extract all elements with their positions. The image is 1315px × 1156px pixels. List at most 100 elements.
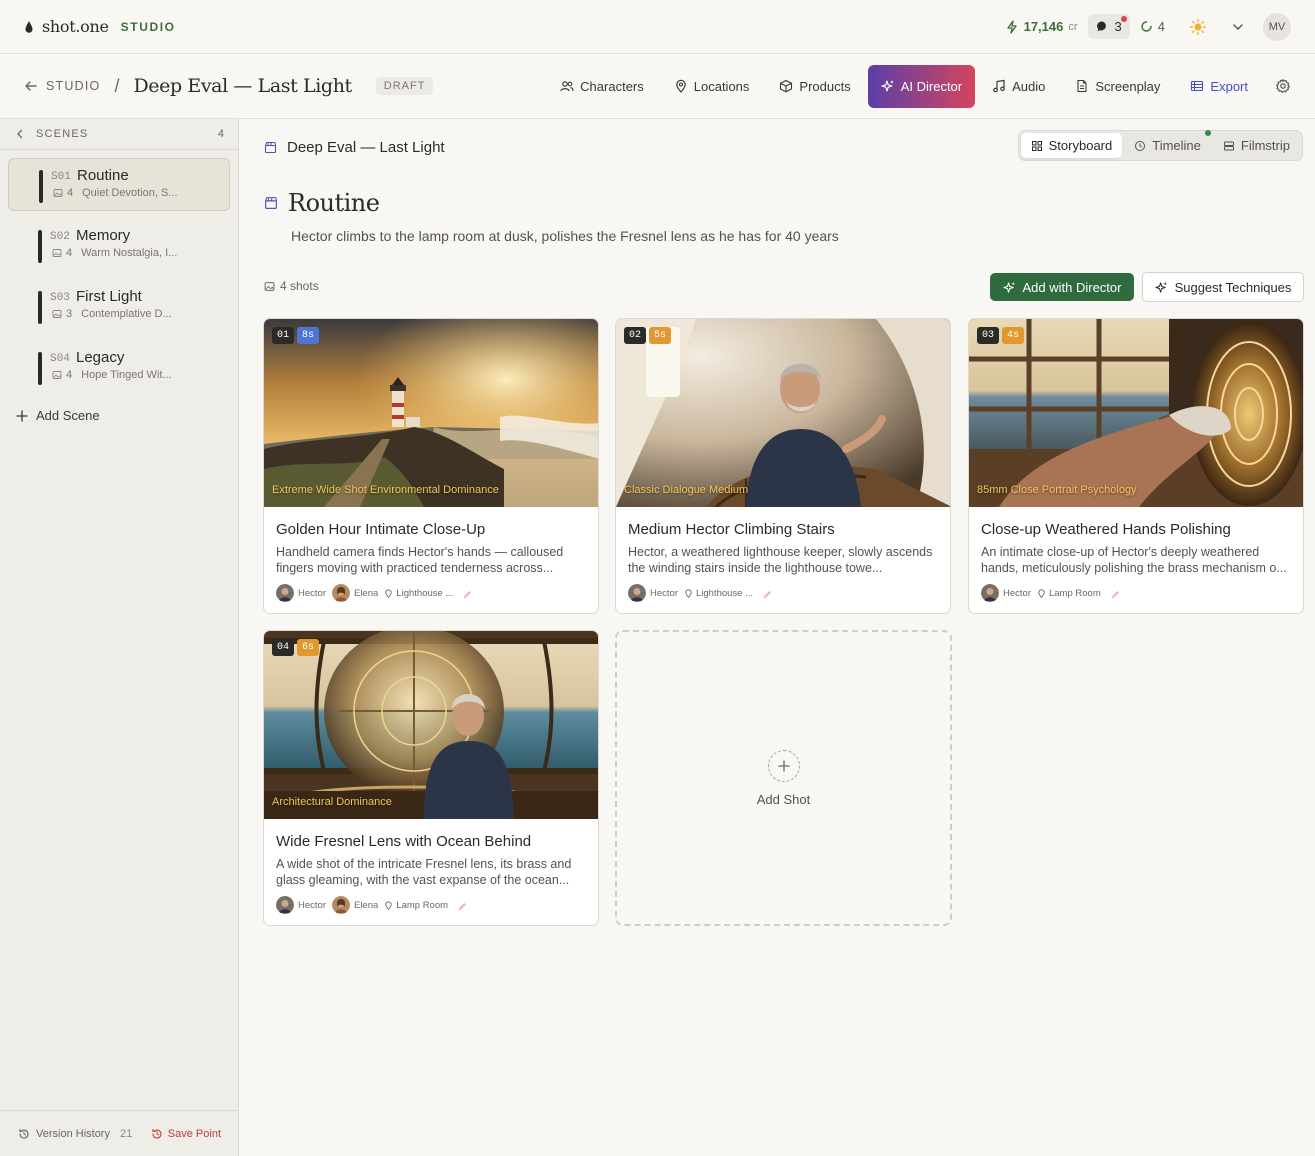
pencil-icon[interactable] <box>458 901 467 910</box>
bolt-icon <box>1006 19 1017 34</box>
add-shot-button[interactable]: Add Shot <box>615 630 952 926</box>
user-avatar[interactable]: MV <box>1263 12 1291 41</box>
view-tab-filmstrip[interactable]: Filmstrip <box>1204 130 1300 158</box>
character-name: Hector <box>650 587 678 599</box>
tab-screenplay[interactable]: Screenplay <box>1062 65 1173 108</box>
brand-studio-label: STUDIO <box>120 19 176 34</box>
location-chip[interactable]: Lamp Room <box>384 900 448 911</box>
shot-description: An intimate close-up of Hector's deeply … <box>981 545 1287 575</box>
shot-thumbnail[interactable]: 01 8s Extreme Wide Shot Environmental Do… <box>264 319 598 507</box>
character-name: Hector <box>298 587 326 599</box>
tab-characters[interactable]: Characters <box>547 65 657 108</box>
gear-icon[interactable] <box>1275 78 1291 94</box>
image-icon <box>52 310 62 318</box>
messages-button[interactable]: 3 <box>1087 14 1130 39</box>
shot-card-01[interactable]: 01 8s Extreme Wide Shot Environmental Do… <box>263 318 599 614</box>
scene-number: S01 <box>51 171 71 183</box>
breadcrumb: Deep Eval — Last Light <box>264 139 445 156</box>
scene-item-s01[interactable]: S01 Routine 4 Quiet Devotion, S... <box>8 158 230 211</box>
storyboard-main: Deep Eval — Last Light Storyboard Timeli… <box>240 119 1315 1156</box>
plus-icon-circle <box>767 749 800 782</box>
tab-ai-director[interactable]: AI Director <box>867 64 976 108</box>
sync-count: 4 <box>1157 19 1165 34</box>
version-history-button[interactable]: Version History <box>36 1128 110 1140</box>
chevron-down-icon[interactable] <box>1231 20 1245 34</box>
scene-item-s04[interactable]: S04 Legacy 4 Hope Tinged Wit... <box>8 341 230 394</box>
character-name: Elena <box>353 899 379 911</box>
character-chip[interactable]: Hector <box>276 584 326 602</box>
location-name: Lamp Room <box>1048 587 1101 599</box>
tab-screenplay-label: Screenplay <box>1095 78 1161 94</box>
shot-card-04[interactable]: 04 6s Architectural Dominance Wide Fresn… <box>263 630 599 926</box>
shot-technique-label: Architectural Dominance <box>272 796 392 808</box>
project-title: Deep Eval — Last Light <box>133 75 352 97</box>
suggest-techniques-label: Suggest Techniques <box>1174 279 1292 295</box>
shot-card-03[interactable]: 03 4s 85mm Close Portrait Psychology Clo… <box>968 318 1304 614</box>
shot-thumbnail[interactable]: 03 4s 85mm Close Portrait Psychology <box>969 319 1303 507</box>
tab-audio[interactable]: Audio <box>979 65 1058 108</box>
credits-indicator[interactable]: 17,146 cr <box>1005 19 1078 34</box>
clapperboard-icon <box>265 197 277 209</box>
scene-item-s02[interactable]: S02 Memory 4 Warm Nostalgia, I... <box>8 219 230 272</box>
character-chip[interactable]: Elena <box>331 896 379 914</box>
shot-meta: Hector Elena Lighthouse ... <box>276 584 586 602</box>
sparkles-icon <box>1002 281 1015 293</box>
scenes-count: 4 <box>217 128 224 140</box>
hector-avatar <box>276 896 294 914</box>
drop-icon <box>25 20 33 33</box>
tab-products[interactable]: Products <box>766 65 863 108</box>
view-tab-timeline[interactable]: Timeline <box>1124 133 1211 158</box>
pencil-icon[interactable] <box>763 589 772 598</box>
sun-icon[interactable] <box>1189 18 1207 36</box>
character-chip[interactable]: Hector <box>981 584 1031 602</box>
add-scene-button[interactable]: Add Scene <box>0 394 238 437</box>
location-chip[interactable]: Lamp Room <box>1037 588 1101 599</box>
add-with-director-button[interactable]: Add with Director <box>990 273 1134 301</box>
chevron-left-icon[interactable] <box>14 128 26 140</box>
shot-duration-badge: 8s <box>297 327 320 344</box>
film-icon <box>1191 80 1204 92</box>
pencil-icon[interactable] <box>463 589 472 598</box>
tab-locations[interactable]: Locations <box>661 65 763 108</box>
suggest-techniques-button[interactable]: Suggest Techniques <box>1142 272 1304 302</box>
back-to-studio-link[interactable]: STUDIO <box>24 79 100 93</box>
character-chip[interactable]: Hector <box>276 896 326 914</box>
view-tab-storyboard[interactable]: Storyboard <box>1020 133 1123 158</box>
scene-number: S02 <box>50 231 70 243</box>
save-point-button[interactable]: Save Point <box>151 1128 221 1140</box>
shot-thumbnail[interactable]: 04 6s Architectural Dominance <box>264 631 598 819</box>
tab-export[interactable]: Export <box>1177 65 1261 108</box>
scenes-header: SCENES 4 <box>0 119 238 150</box>
scene-title: First Light <box>76 288 142 305</box>
map-pin-icon <box>685 588 692 598</box>
clock-icon <box>1135 140 1146 151</box>
shot-card-02[interactable]: 02 5s Classic Dialogue Medium Medium Hec… <box>615 318 951 614</box>
scene-item-s03[interactable]: S03 First Light 3 Contemplative D... <box>8 280 230 333</box>
tab-export-label: Export <box>1210 78 1248 94</box>
hector-avatar <box>628 584 646 602</box>
scene-shot-count: 4 <box>67 187 74 199</box>
shot-technique-label: Classic Dialogue Medium <box>624 484 749 496</box>
pencil-icon[interactable] <box>1111 589 1120 598</box>
map-pin-icon <box>1038 588 1045 598</box>
shot-title: Golden Hour Intimate Close-Up <box>276 521 486 538</box>
credits-value: 17,146 <box>1023 19 1064 34</box>
character-chip[interactable]: Elena <box>331 584 378 602</box>
scene-color-bar <box>38 352 42 385</box>
image-icon <box>53 189 63 197</box>
breadcrumb-project[interactable]: Deep Eval — Last Light <box>287 139 445 156</box>
shots-count: 4 shots <box>264 279 319 293</box>
scenes-header-label: SCENES <box>36 128 89 140</box>
character-chip[interactable]: Hector <box>628 584 678 602</box>
shot-thumbnail[interactable]: 02 5s Classic Dialogue Medium <box>616 319 950 507</box>
shot-title: Wide Fresnel Lens with Ocean Behind <box>276 833 532 850</box>
scene-number: S04 <box>50 353 70 365</box>
app-logo[interactable]: shot.one STUDIO <box>24 17 176 36</box>
location-chip[interactable]: Lighthouse ... <box>384 588 453 599</box>
location-chip[interactable]: Lighthouse ... <box>684 588 753 599</box>
scene-description[interactable]: Hector climbs to the lamp room at dusk, … <box>291 228 839 244</box>
sync-indicator[interactable]: 4 <box>1140 19 1165 34</box>
add-scene-label: Add Scene <box>36 408 100 423</box>
scene-mood: Hope Tinged Wit... <box>81 369 172 381</box>
messages-count: 3 <box>1114 19 1122 34</box>
